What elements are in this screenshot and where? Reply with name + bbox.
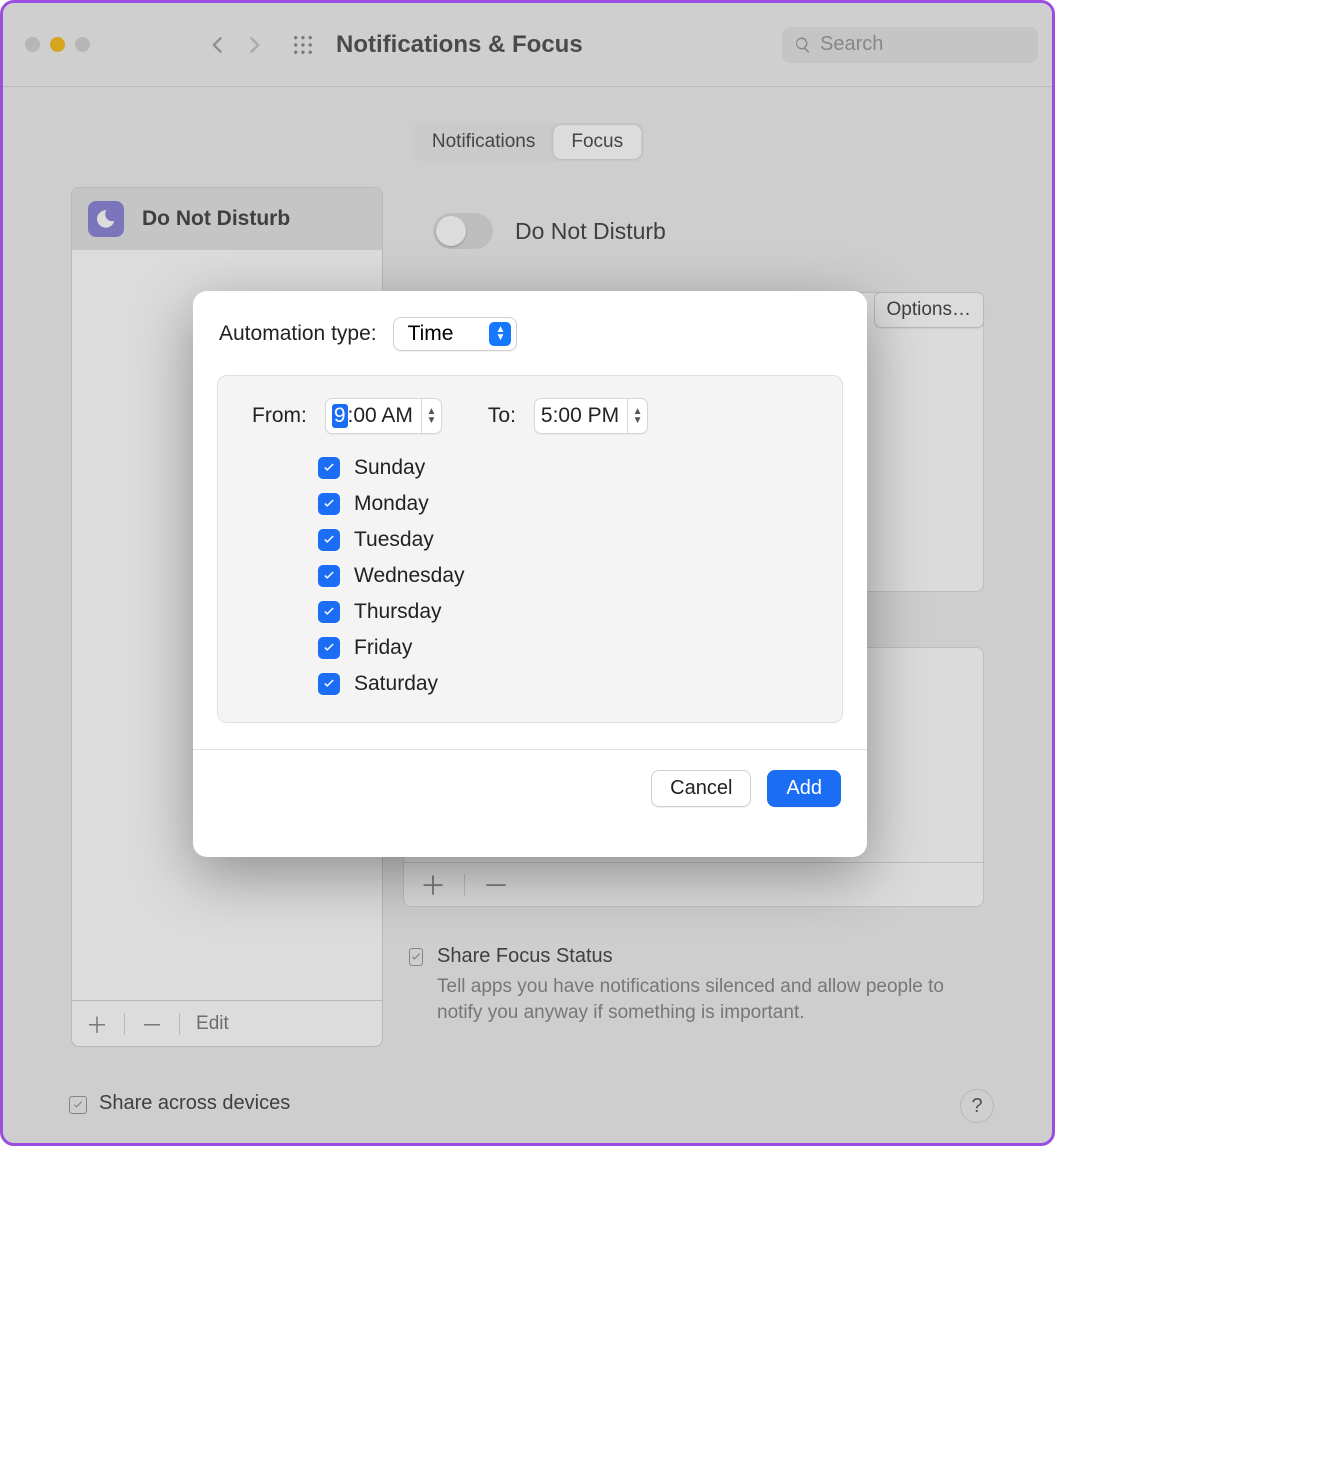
share-focus-status-title: Share Focus Status [437,945,978,968]
automation-type-label: Automation type: [219,322,377,346]
share-focus-status-checkbox[interactable] [409,948,423,966]
day-row: Saturday [318,672,816,696]
days-list: Sunday Monday Tuesday Wednesday Thursday Frid… [252,456,816,696]
do-not-disturb-label: Do Not Disturb [515,218,666,245]
day-checkbox[interactable] [318,673,340,695]
share-focus-status-description: Tell apps you have notifications silence… [437,974,978,1025]
day-label: Thursday [354,600,442,624]
popup-arrows-icon: ▲▼ [489,322,511,346]
allowed-add-button[interactable]: ＋ [420,866,446,903]
share-across-devices-label: Share across devices [99,1092,290,1115]
tab-notifications[interactable]: Notifications [414,125,554,159]
share-across-devices-checkbox[interactable] [69,1096,87,1114]
from-time-stepper[interactable]: ▲▼ [421,399,441,433]
fullscreen-window-icon[interactable] [75,37,90,52]
day-checkbox[interactable] [318,637,340,659]
day-label: Monday [354,492,429,516]
day-row: Monday [318,492,816,516]
close-window-icon[interactable] [25,37,40,52]
sidebar-remove-button[interactable]: － [141,1008,163,1040]
day-checkbox[interactable] [318,493,340,515]
search-icon [794,36,812,54]
day-row: Friday [318,636,816,660]
help-button[interactable]: ? [960,1089,994,1123]
to-time-input[interactable]: 5:00 PM ▲▼ [534,398,648,434]
day-label: Wednesday [354,564,465,588]
forward-button[interactable] [242,30,266,60]
automation-type-popup[interactable]: Time ▲▼ [393,317,518,351]
day-row: Sunday [318,456,816,480]
cancel-button[interactable]: Cancel [651,770,751,807]
day-row: Tuesday [318,528,816,552]
search-placeholder: Search [820,33,883,56]
tab-focus[interactable]: Focus [553,125,641,159]
options-button[interactable]: Options… [874,292,984,328]
day-checkbox[interactable] [318,529,340,551]
minimize-window-icon[interactable] [50,37,65,52]
day-row: Thursday [318,600,816,624]
sidebar-edit-button[interactable]: Edit [196,1013,229,1035]
day-checkbox[interactable] [318,601,340,623]
to-time-value: 5:00 PM [541,404,619,428]
do-not-disturb-toggle[interactable] [433,213,493,249]
window-titlebar: Notifications & Focus Search [3,3,1052,87]
apps-grid-icon[interactable] [292,34,314,56]
day-label: Friday [354,636,412,660]
back-button[interactable] [206,30,230,60]
automation-type-value: Time [408,322,454,346]
day-label: Saturday [354,672,438,696]
to-time-stepper[interactable]: ▲▼ [627,399,647,433]
tab-bar: Notifications Focus [412,123,643,161]
from-hour-selected[interactable]: 9 [332,404,348,428]
search-input[interactable]: Search [782,27,1038,63]
day-checkbox[interactable] [318,565,340,587]
add-button[interactable]: Add [767,770,841,807]
to-label: To: [488,404,516,428]
sidebar-add-button[interactable]: ＋ [86,1008,108,1040]
day-label: Sunday [354,456,425,480]
window-title: Notifications & Focus [336,31,583,59]
sidebar-item-do-not-disturb[interactable]: Do Not Disturb [72,188,382,250]
day-row: Wednesday [318,564,816,588]
day-label: Tuesday [354,528,434,552]
allowed-remove-button[interactable]: － [483,866,509,903]
from-time-rest: :00 AM [348,404,413,428]
from-time-input[interactable]: 9:00 AM ▲▼ [325,398,442,434]
day-checkbox[interactable] [318,457,340,479]
automation-dialog: Automation type: Time ▲▼ From: 9:00 AM ▲… [193,291,867,857]
do-not-disturb-icon [88,201,124,237]
sidebar-item-label: Do Not Disturb [142,207,290,231]
from-label: From: [252,404,307,428]
